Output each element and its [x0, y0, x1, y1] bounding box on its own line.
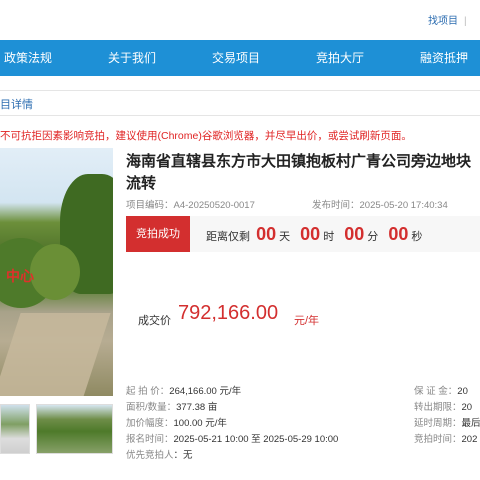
publish-time-value: 2025-05-20 17:40:34 — [359, 200, 448, 211]
countdown-label: 距离仅剩 — [206, 231, 250, 243]
spec-signup-time: 报名时间：2025-05-21 10:00 至 2025-05-29 10:00 — [126, 431, 338, 445]
nav-item-auction-hall[interactable]: 竞拍大厅 — [316, 40, 364, 76]
main-nav: 政策法规 关于我们 交易项目 竞拍大厅 融资抵押 — [0, 40, 480, 76]
spec-auction-time: 竞拍时间：202 — [414, 431, 477, 445]
photo-overlay-label: 中心 — [6, 268, 34, 284]
top-links: 找项目 | — [428, 12, 473, 27]
spec-priority-bidder: 优先竞拍人：无 — [126, 447, 193, 461]
main-photo[interactable]: 中心 — [0, 148, 113, 396]
countdown-hours: 00 — [300, 224, 321, 244]
countdown-seconds: 00 — [388, 224, 409, 244]
link-separator: | — [464, 16, 467, 27]
nav-item-projects[interactable]: 交易项目 — [212, 40, 260, 76]
spec-label: 转出期限： — [414, 402, 462, 413]
spec-value: 最后 — [461, 418, 480, 429]
status-badge: 竞拍成功 — [126, 216, 190, 252]
countdown-minutes: 00 — [344, 224, 365, 244]
nav-item-financing[interactable]: 融资抵押 — [420, 40, 468, 76]
spec-extend: 延时周期：最后 — [414, 415, 480, 429]
spec-value: 100.00 元/年 — [173, 418, 227, 429]
top-bar: 找项目 | — [0, 0, 480, 40]
deal-price-box: 成交价 792,166.00 元/年 — [126, 288, 480, 348]
spec-value: 202 — [461, 434, 478, 445]
publish-time: 发布时间：2025-05-20 17:40:34 — [312, 197, 448, 211]
project-code-value: A4-20250520-0017 — [173, 200, 255, 211]
deal-price-value: 792,166.00 — [178, 302, 279, 324]
breadcrumb: 目详情 — [0, 90, 480, 116]
status-strip: 竞拍成功 距离仅剩 00 天 00 时 00 分 00 秒 — [126, 216, 480, 252]
dirt-road — [0, 313, 111, 396]
spec-value: ：无 — [173, 450, 193, 461]
deal-price-unit: 元/年 — [294, 315, 320, 327]
breadcrumb-current[interactable]: 目详情 — [0, 96, 33, 112]
spec-value: 264,166.00 元/年 — [169, 386, 242, 397]
spec-increment: 加价幅度：100.00 元/年 — [126, 415, 227, 429]
spec-value: 20 — [457, 386, 468, 397]
browser-notice: 不可抗拒因素影响竞拍，建议使用(Chrome)谷歌浏览器，并尽早出价，或尝试刷新… — [0, 130, 412, 142]
project-code-label: 项目编码： — [126, 200, 174, 211]
deal-price-label: 成交价 — [138, 315, 171, 327]
spec-label: 起 拍 价： — [126, 386, 170, 397]
project-code: 项目编码：A4-20250520-0017 — [126, 197, 255, 211]
publish-time-label: 发布时间： — [312, 200, 360, 211]
spec-value: 20 — [461, 402, 473, 413]
project-title: 海南省直辖县东方市大田镇抱板村广青公司旁边地块流转 — [126, 153, 472, 192]
spec-label: 延时周期： — [414, 418, 462, 429]
countdown-days: 00 — [256, 224, 277, 244]
spec-start-price: 起 拍 价：264,166.00 元/年 — [126, 383, 241, 397]
spec-area: 面积/数量：377.38 亩 — [126, 399, 217, 413]
spec-value: 377.38 亩 — [176, 402, 218, 413]
days-unit: 天 — [279, 231, 291, 243]
spec-label: 面积/数量： — [126, 402, 177, 413]
spec-term: 转出期限：20 — [414, 399, 472, 413]
countdown: 距离仅剩 00 天 00 时 00 分 00 秒 — [206, 216, 426, 252]
nav-item-policy[interactable]: 政策法规 — [4, 40, 52, 76]
thumbnail-2[interactable] — [36, 404, 113, 454]
spec-label: 优先竞拍人 — [126, 450, 174, 461]
nav-item-about[interactable]: 关于我们 — [108, 40, 156, 76]
spec-label: 保 证 金： — [414, 386, 458, 397]
hours-unit: 时 — [323, 231, 335, 243]
seconds-unit: 秒 — [411, 231, 423, 243]
tree-shape — [30, 244, 80, 300]
minutes-unit: 分 — [367, 231, 379, 243]
thumbnail-1[interactable] — [0, 404, 30, 454]
spec-label: 报名时间： — [126, 434, 174, 445]
find-project-link[interactable]: 找项目 — [428, 16, 458, 27]
spec-deposit: 保 证 金：20 — [414, 383, 468, 397]
spec-label: 加价幅度： — [126, 418, 174, 429]
spec-label: 竞拍时间： — [414, 434, 462, 445]
spec-value: 2025-05-21 10:00 至 2025-05-29 10:00 — [173, 434, 339, 445]
